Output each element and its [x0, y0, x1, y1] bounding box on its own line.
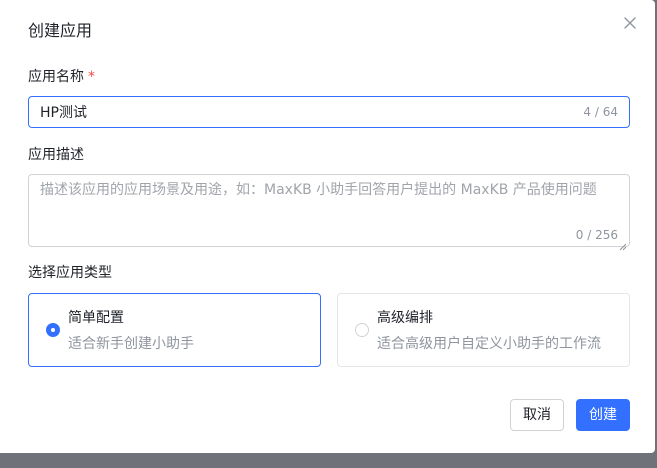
app-type-option-title: 简单配置	[68, 310, 124, 326]
dialog-title: 创建应用	[28, 21, 93, 40]
app-type-option-description: 适合新手创建小助手	[68, 336, 194, 352]
app-type-option-title: 高级编排	[377, 310, 433, 326]
close-icon[interactable]	[622, 15, 638, 31]
app-description-label: 应用描述	[28, 147, 84, 163]
required-mark: *	[88, 69, 95, 85]
app-name-input[interactable]: HP测试 4 / 64	[28, 96, 630, 128]
app-type-label: 选择应用类型	[28, 265, 112, 281]
resize-handle-icon[interactable]	[619, 236, 627, 251]
app-name-value: HP测试	[40, 105, 87, 121]
radio-checked-icon[interactable]	[46, 323, 60, 337]
create-button[interactable]: 创建	[576, 399, 630, 431]
radio-unchecked-icon[interactable]	[355, 323, 369, 337]
app-type-option-advanced[interactable]: 高级编排 适合高级用户自定义小助手的工作流	[337, 293, 630, 367]
app-type-option-description: 适合高级用户自定义小助手的工作流	[377, 336, 601, 352]
app-type-option-simple[interactable]: 简单配置 适合新手创建小助手	[28, 293, 321, 367]
app-name-counter: 4 / 64	[583, 105, 618, 119]
create-app-dialog: 创建应用 应用名称 * HP测试 4 / 64 应用描述 描述该应用的应用场景及用…	[0, 0, 655, 453]
app-description-placeholder: 描述该应用的应用场景及用途，如：MaxKB 小助手回答用户提出的 MaxKB 产…	[40, 182, 597, 198]
cancel-button[interactable]: 取消	[510, 399, 564, 431]
app-description-counter: 0 / 256	[575, 228, 618, 242]
app-name-label-text: 应用名称	[28, 69, 84, 85]
app-name-label: 应用名称 *	[28, 67, 95, 87]
app-description-textarea[interactable]: 描述该应用的应用场景及用途，如：MaxKB 小助手回答用户提出的 MaxKB 产…	[28, 174, 630, 251]
